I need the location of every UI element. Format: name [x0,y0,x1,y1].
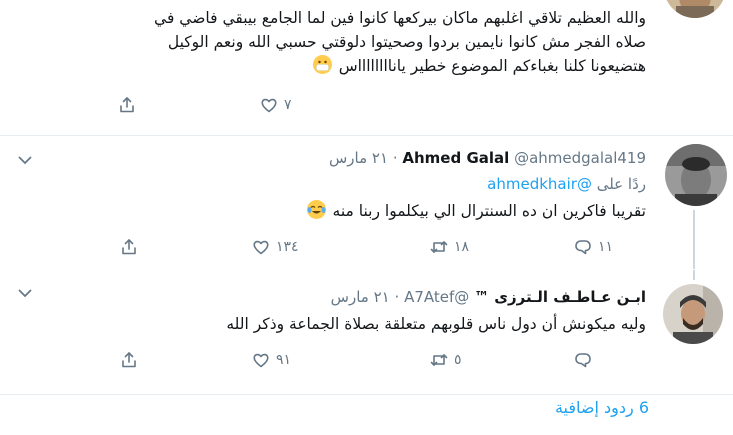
tweet-text-line: والله العظيم تلاقي اغلبهم ماكان بيركعها … [154,9,646,27]
face-with-medical-mask-icon [312,55,332,74]
like-button[interactable]: ٧ [260,93,292,117]
tweet-menu-button[interactable] [16,284,34,302]
tweet-actions: ٧ [118,93,478,117]
display-name[interactable]: Ahmed Galal [402,149,509,167]
tweet-text-line-3: هتضيعونا كلنا بغباءكم الموضوع خطير ياناا… [338,57,646,75]
replying-to: ردًا على @ahmedkhair [487,175,646,193]
replying-handle-link[interactable]: @ahmedkhair [487,175,592,193]
avatar[interactable] [663,284,723,344]
separator: · [394,288,400,306]
like-count: ٩١ [276,352,292,368]
retweet-icon [430,354,448,366]
tweet-header: Ahmed Galal @ahmedgalal419 · ٢١ مارس [329,147,646,169]
tweet-text-line: هتضيعونا كلنا بغباءكم الموضوع خطير ياناا… [154,54,646,78]
thread-line [693,210,695,269]
tweet-text: تقريبا فاكرين ان ده السنترال الي بيكلموا… [305,199,646,223]
tweet-actions: ١٣٤ ١٨ ١١ [120,235,640,259]
like-button[interactable]: ١٣٤ [252,235,299,259]
display-name[interactable]: ابـن عـاطـف الـترزى ™ [474,288,646,306]
reply-button[interactable] [574,348,598,372]
share-button[interactable] [120,348,138,372]
like-count: ١٣٤ [276,239,299,255]
face-with-tears-of-joy-icon [306,200,326,219]
reply-icon [575,240,591,255]
reply-count: ١١ [598,239,614,255]
tweet-date[interactable]: ٢١ مارس [331,288,390,306]
show-more-replies-link[interactable]: 6 ردود إضافية [555,398,649,417]
share-icon [122,239,136,255]
tweet-2[interactable]: Ahmed Galal @ahmedgalal419 · ٢١ مارس ردً… [0,137,733,269]
handle[interactable]: @ahmedgalal419 [514,149,646,167]
tweet-text: وليه ميكونش أن دول ناس قلوبهم متعلقة بصل… [226,312,646,336]
retweet-button[interactable]: ١٨ [430,235,469,259]
tweet-text-body: وليه ميكونش أن دول ناس قلوبهم متعلقة بصل… [226,315,646,333]
replying-prefix: ردًا على [596,175,646,193]
heart-icon [261,98,277,113]
tweet-date[interactable]: ٢١ مارس [329,149,388,167]
chevron-down-icon [18,289,32,298]
avatar[interactable] [664,0,726,18]
tweet-3[interactable]: ابـن عـاطـف الـترزى ™ @A7Atef · ٢١ مارس … [0,270,733,395]
retweet-count: ٥ [454,352,462,368]
share-button[interactable] [118,93,136,117]
tweet-1[interactable]: والله العظيم تلاقي اغلبهم ماكان بيركعها … [0,0,733,136]
reply-button[interactable]: ١١ [574,235,613,259]
like-count: ٧ [284,97,292,113]
reply-icon [575,353,591,368]
share-icon [120,97,134,113]
separator: · [392,149,398,167]
chevron-down-icon [18,156,32,165]
share-icon [122,352,136,368]
tweet-menu-button[interactable] [16,151,34,169]
tweet-text-body: تقريبا فاكرين ان ده السنترال الي بيكلموا… [332,202,646,220]
tweet-header: ابـن عـاطـف الـترزى ™ @A7Atef · ٢١ مارس [331,286,646,308]
tweet-actions: ٩١ ٥ [120,348,640,372]
handle[interactable]: @A7Atef [404,288,469,306]
thread-line [693,270,695,280]
retweet-button[interactable]: ٥ [430,348,462,372]
heart-icon [253,353,269,368]
share-button[interactable] [120,235,138,259]
tweet-text: والله العظيم تلاقي اغلبهم ماكان بيركعها … [154,6,646,78]
retweet-icon [430,241,448,253]
tweet-text-line: صلاه الفجر مش كانوا نايمين بردوا وصحيتوا… [167,33,646,51]
avatar[interactable] [665,144,727,206]
retweet-count: ١٨ [454,239,470,255]
like-button[interactable]: ٩١ [252,348,291,372]
heart-icon [253,240,269,255]
